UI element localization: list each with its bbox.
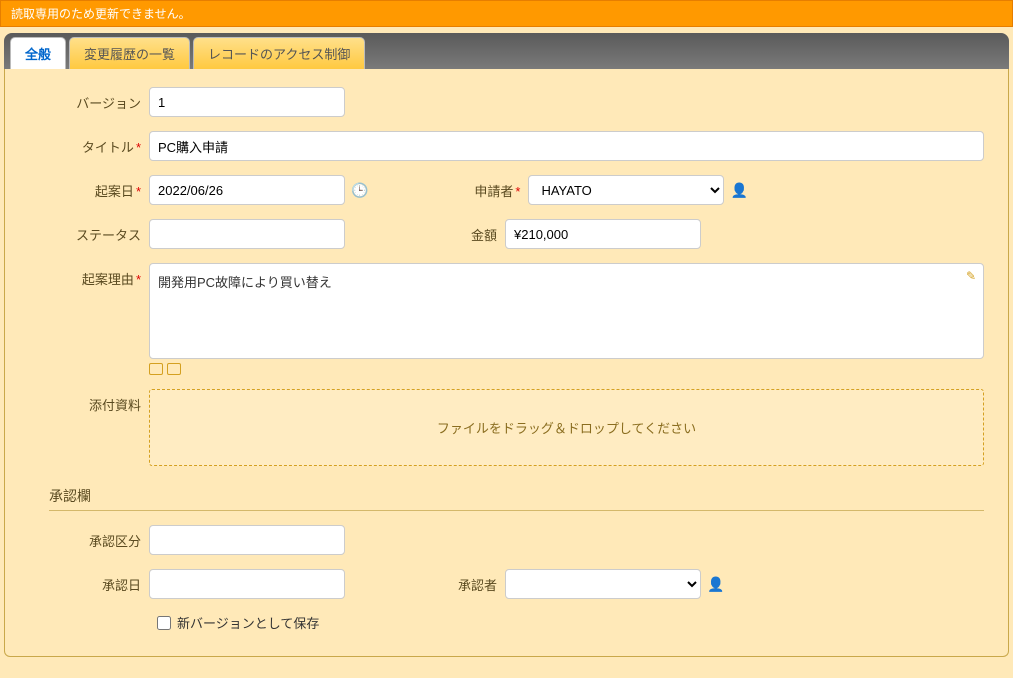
approval-type-label: 承認区分 [29,531,149,550]
image-icon[interactable] [149,363,163,375]
tab-access-control[interactable]: レコードのアクセス制御 [193,37,365,69]
amount-label: 金額 [425,225,505,244]
tab-bar: 全般 変更履歴の一覧 レコードのアクセス制御 [4,33,1009,69]
save-as-new-version-checkbox[interactable] [157,616,171,630]
readonly-warning-bar: 読取専用のため更新できません。 [0,0,1013,27]
title-input[interactable] [149,131,984,161]
file-dropzone[interactable]: ファイルをドラッグ＆ドロップしてください [149,389,984,466]
required-marker: * [136,140,141,155]
applicant-select[interactable]: HAYATO [528,175,724,205]
approver-label: 承認者 [425,575,505,594]
clock-icon[interactable]: 🕒 [351,182,368,199]
textarea-toolbar [149,363,984,375]
save-as-new-version-label: 新バージョンとして保存 [177,613,319,632]
applicant-label: 申請者* [448,181,528,200]
status-input [149,219,345,249]
approval-type-input[interactable] [149,525,345,555]
attachment-label: 添付資料 [29,389,149,414]
draft-date-input[interactable] [149,175,345,205]
form-panel: バージョン タイトル* 起案日* 🕒 申請者* HAYATO 👤 ステータス [4,69,1009,657]
reason-textarea[interactable]: 開発用PC故障により買い替え [149,263,984,359]
pencil-icon[interactable]: ✎ [966,269,976,283]
version-input[interactable] [149,87,345,117]
draft-date-label: 起案日* [29,181,149,200]
approval-date-label: 承認日 [29,575,149,594]
approval-date-input[interactable] [149,569,345,599]
tab-general[interactable]: 全般 [10,37,66,69]
user-icon[interactable]: 👤 [707,576,724,593]
status-label: ステータス [29,225,149,244]
title-label: タイトル* [29,137,149,156]
required-marker: * [136,272,141,287]
required-marker: * [515,184,520,199]
required-marker: * [136,184,141,199]
approver-select[interactable] [505,569,701,599]
tab-history[interactable]: 変更履歴の一覧 [69,37,190,69]
amount-input[interactable] [505,219,701,249]
version-label: バージョン [29,93,149,112]
user-icon[interactable]: 👤 [730,182,747,199]
approval-section-header: 承認欄 [49,486,984,511]
reason-label: 起案理由* [29,263,149,288]
table-icon[interactable] [167,363,181,375]
